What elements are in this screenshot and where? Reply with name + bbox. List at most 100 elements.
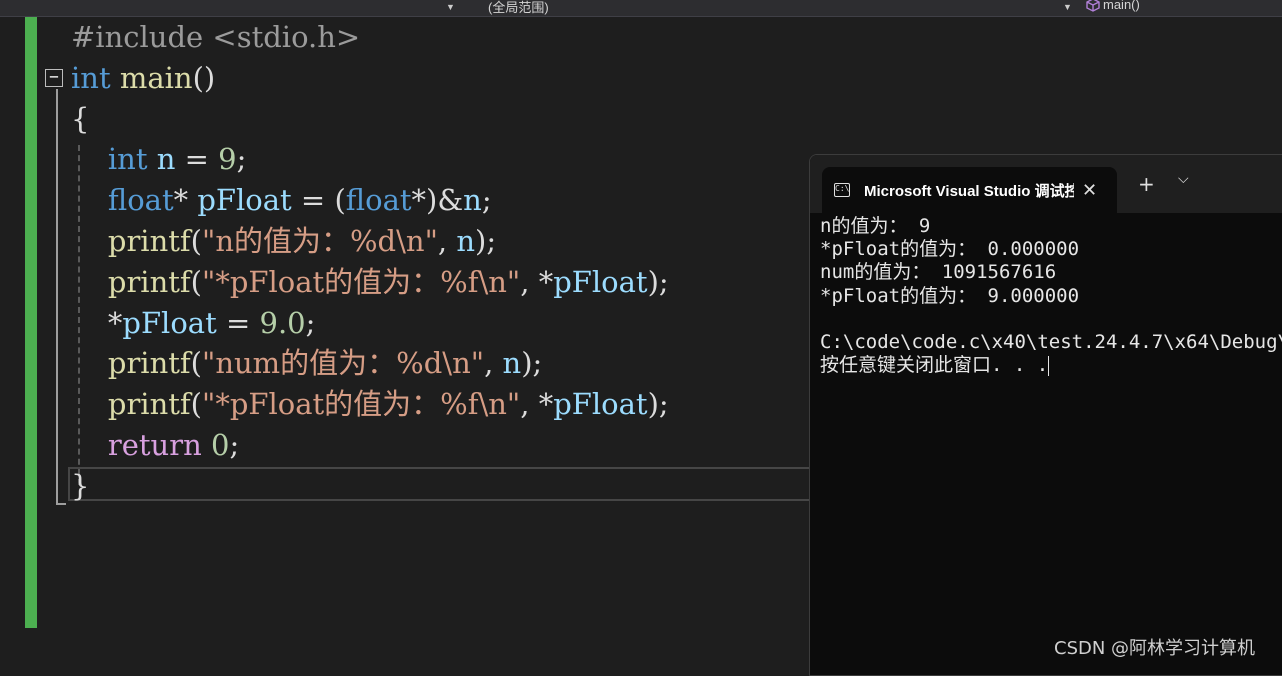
code-token: pFloat bbox=[553, 387, 648, 422]
code-token: "*pFloat的值为：%f\n" bbox=[201, 387, 521, 422]
code-token: int bbox=[107, 142, 148, 177]
code-token: , bbox=[437, 223, 457, 258]
code-token: "*pFloat的值为：%f\n" bbox=[201, 264, 521, 299]
code-token: ; bbox=[481, 183, 492, 218]
code-token: int bbox=[71, 60, 111, 95]
code-line[interactable]: int n = 9; bbox=[71, 139, 669, 180]
code-token: , bbox=[484, 346, 503, 381]
code-token: 0 bbox=[211, 427, 230, 462]
console-tab-title: Microsoft Visual Studio 调试控制台 bbox=[864, 182, 1074, 200]
debug-console-window[interactable]: C:\ Microsoft Visual Studio 调试控制台 ✕ + ⌵ … bbox=[809, 154, 1282, 676]
code-line[interactable]: #include <stdio.h> bbox=[71, 17, 669, 58]
code-token: main bbox=[119, 60, 193, 95]
code-token: ( bbox=[190, 387, 202, 422]
code-token: n bbox=[156, 142, 176, 177]
console-output: n的值为： 9 *pFloat的值为： 0.000000 num的值为： 10915… bbox=[820, 215, 1282, 377]
new-tab-button[interactable]: + bbox=[1138, 172, 1155, 196]
code-token: ); bbox=[475, 223, 497, 258]
code-line[interactable]: *pFloat = 9.0; bbox=[71, 303, 669, 344]
change-tracking-bar bbox=[25, 17, 37, 628]
code-token: 9 bbox=[218, 142, 237, 177]
watermark: CSDN @阿林学习计算机 bbox=[1054, 638, 1256, 659]
terminal-icon: C:\ bbox=[834, 183, 850, 197]
code-token: = bbox=[216, 305, 260, 340]
code-token: printf bbox=[107, 264, 191, 299]
console-output-line: n的值为： 9 bbox=[820, 215, 931, 237]
code-token: , * bbox=[520, 264, 554, 299]
code-token: return bbox=[107, 427, 202, 462]
cube-icon bbox=[1086, 0, 1100, 12]
code-token: = ( bbox=[291, 183, 346, 218]
code-line[interactable]: float* pFloat = (float*)&n; bbox=[71, 180, 669, 221]
code-token: ( bbox=[190, 346, 202, 381]
code-token: "num的值为：%d\n" bbox=[201, 346, 485, 381]
code-token: *)& bbox=[411, 183, 464, 218]
console-titlebar: C:\ Microsoft Visual Studio 调试控制台 ✕ + ⌵ bbox=[810, 155, 1282, 213]
code-line[interactable]: int main() bbox=[71, 58, 669, 99]
code-token: n bbox=[502, 346, 522, 381]
code-token: ); bbox=[647, 264, 669, 299]
code-token: n bbox=[456, 223, 476, 258]
code-token: pFloat bbox=[197, 183, 292, 218]
fold-guide-end bbox=[56, 503, 66, 505]
console-tab[interactable]: C:\ Microsoft Visual Studio 调试控制台 ✕ bbox=[822, 167, 1117, 213]
code-line[interactable]: { bbox=[71, 99, 669, 140]
console-output-line: 按任意键关闭此窗口. . . bbox=[820, 354, 1050, 377]
code-token: } bbox=[71, 468, 90, 503]
code-token: float bbox=[107, 183, 174, 218]
chevron-down-icon[interactable]: ▼ bbox=[446, 0, 455, 14]
code-token: ; bbox=[229, 427, 240, 462]
code-token: printf bbox=[107, 223, 191, 258]
code-token: , * bbox=[520, 387, 554, 422]
code-token: { bbox=[71, 101, 90, 136]
code-token: 9.0 bbox=[259, 305, 306, 340]
console-output-line: num的值为： 1091567616 bbox=[820, 261, 1057, 284]
console-output-line: C:\code\code.c\x40\test.24.4.7\x64\Debug… bbox=[820, 330, 1282, 353]
fold-guide bbox=[56, 89, 58, 505]
code-token: ( bbox=[190, 264, 202, 299]
code-token: * bbox=[71, 305, 123, 340]
code-line[interactable]: printf("*pFloat的值为：%f\n", *pFloat); bbox=[71, 384, 669, 425]
code-token: pFloat bbox=[122, 305, 217, 340]
member-dropdown[interactable]: main() bbox=[1086, 0, 1140, 12]
code-token: ); bbox=[521, 346, 543, 381]
code-token: () bbox=[192, 60, 216, 95]
text-cursor bbox=[1048, 355, 1050, 376]
code-token: printf bbox=[107, 387, 191, 422]
code-token: #include <stdio.h> bbox=[71, 20, 361, 54]
code-line[interactable]: } bbox=[71, 466, 669, 507]
console-output-line: *pFloat的值为： 9.000000 bbox=[820, 284, 1080, 307]
navigation-bar: ▼ (全局范围) ▼ main() bbox=[0, 0, 1282, 17]
code-token: float bbox=[345, 183, 412, 218]
code-token: * bbox=[173, 183, 198, 218]
member-label: main() bbox=[1103, 0, 1140, 12]
code-token: = bbox=[175, 142, 219, 177]
code-token: pFloat bbox=[553, 264, 648, 299]
collapse-icon[interactable]: − bbox=[45, 69, 63, 87]
chevron-down-icon[interactable]: ⌵ bbox=[1178, 171, 1189, 187]
code-token: ; bbox=[236, 142, 247, 177]
chevron-down-icon[interactable]: ▼ bbox=[1063, 0, 1072, 14]
code-token: ; bbox=[305, 305, 316, 340]
code-token: printf bbox=[107, 346, 191, 381]
scope-dropdown[interactable]: (全局范围) bbox=[488, 0, 549, 16]
code-line[interactable]: printf("*pFloat的值为：%f\n", *pFloat); bbox=[71, 262, 669, 303]
code-line[interactable]: printf("n的值为：%d\n", n); bbox=[71, 221, 669, 262]
close-icon[interactable]: ✕ bbox=[1082, 180, 1097, 201]
code-line[interactable]: return 0; bbox=[71, 425, 669, 466]
code-lines[interactable]: #include <stdio.h> int main(){ int n = 9;… bbox=[71, 17, 669, 507]
code-token: ( bbox=[190, 223, 202, 258]
code-line[interactable]: printf("num的值为：%d\n", n); bbox=[71, 343, 669, 384]
code-token: ); bbox=[647, 387, 669, 422]
